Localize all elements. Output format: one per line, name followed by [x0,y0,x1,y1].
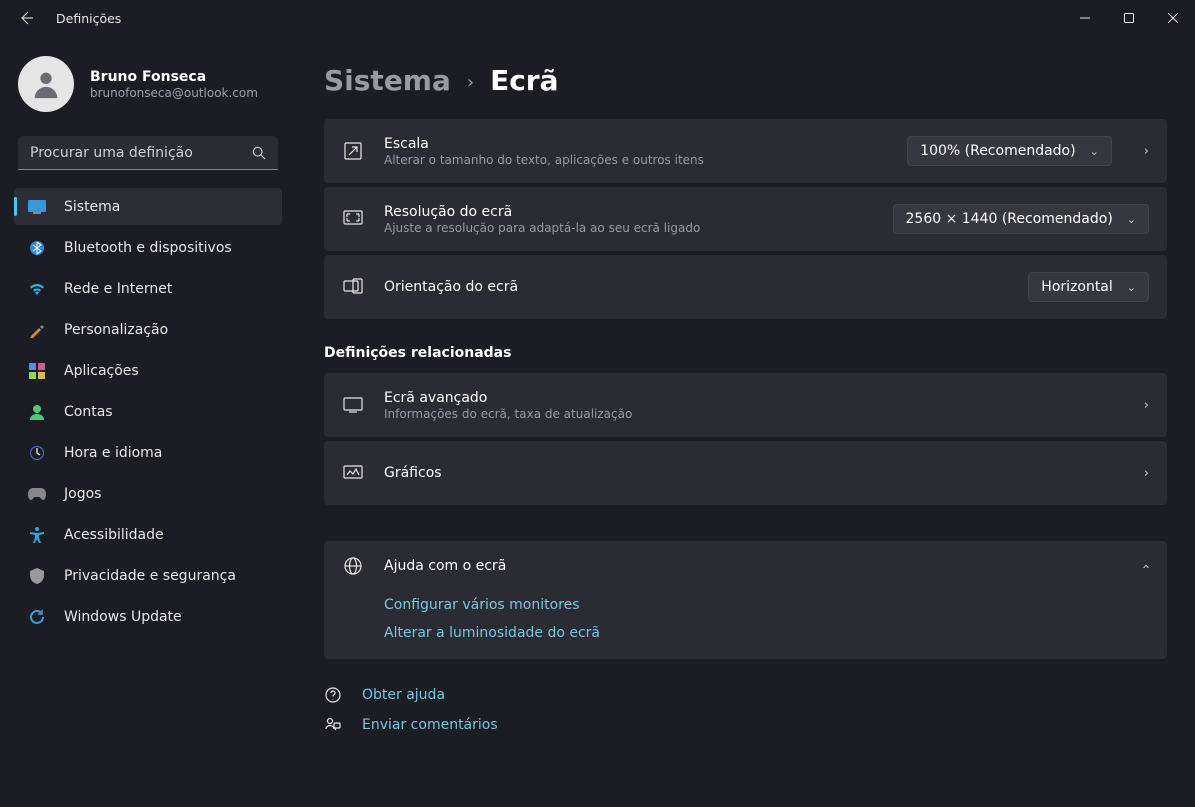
search-box[interactable] [18,136,278,170]
nav-label: Aplicações [64,363,139,379]
main-content: Sistema › Ecrã Escala Alterar o tamanho … [300,36,1195,807]
dropdown-value: 100% (Recomendado) [920,143,1075,159]
chevron-down-icon: ⌄ [1090,145,1099,158]
close-button[interactable] [1151,2,1195,34]
nav-label: Sistema [64,199,120,215]
minimize-button[interactable] [1063,2,1107,34]
nav-label: Hora e idioma [64,445,162,461]
nav-item-privacidade[interactable]: Privacidade e segurança [14,557,282,594]
footer-link-label: Enviar comentários [362,717,498,733]
nav-item-contas[interactable]: Contas [14,393,282,430]
breadcrumb: Sistema › Ecrã [324,64,1167,97]
breadcrumb-parent[interactable]: Sistema [324,64,451,97]
nav-label: Privacidade e segurança [64,568,236,584]
resolution-icon [342,210,364,228]
profile-name: Bruno Fonseca [90,69,258,85]
get-help-link[interactable]: Obter ajuda [324,687,1167,703]
scale-icon [342,141,364,161]
nav-label: Contas [64,404,113,420]
chevron-down-icon: ⌄ [1127,281,1136,294]
nav-item-jogos[interactable]: Jogos [14,475,282,512]
chevron-down-icon: ⌄ [1127,213,1136,226]
setting-title: Ecrã avançado [384,390,1112,406]
chevron-right-icon[interactable]: › [1144,144,1149,159]
chevron-right-icon: › [1144,466,1149,481]
orientation-icon [342,278,364,296]
monitor-icon [342,397,364,413]
setting-title: Orientação do ecrã [384,279,1008,295]
privacy-icon [28,567,46,585]
window-title: Definições [56,11,121,26]
help-title: Ajuda com o ecrã [384,558,1112,574]
chevron-right-icon: › [1144,398,1149,413]
nav-item-windows-update[interactable]: Windows Update [14,598,282,635]
setting-title: Escala [384,136,887,152]
nav-label: Personalização [64,322,168,338]
graphics-icon [342,465,364,481]
profile-section[interactable]: Bruno Fonseca brunofonseca@outlook.com [0,36,296,136]
related-header: Definições relacionadas [324,345,1167,361]
footer-link-label: Obter ajuda [362,687,445,703]
dropdown-value: 2560 × 1440 (Recomendado) [906,211,1113,227]
nav-item-personalizacao[interactable]: Personalização [14,311,282,348]
nav-item-acessibilidade[interactable]: Acessibilidade [14,516,282,553]
nav-item-hora[interactable]: Hora e idioma [14,434,282,471]
bluetooth-icon [28,239,46,257]
accessibility-icon [28,526,46,544]
titlebar: Definições [0,0,1195,36]
search-input[interactable] [30,145,252,161]
sidebar: Bruno Fonseca brunofonseca@outlook.com S… [0,36,300,807]
search-icon [252,146,266,160]
maximize-button[interactable] [1107,2,1151,34]
help-section: Ajuda com o ecrã › Configurar vários mon… [324,541,1167,659]
avatar [18,56,74,112]
page-title: Ecrã [490,64,558,97]
setting-desc: Informações do ecrã, taxa de atualização [384,407,1112,421]
network-icon [28,280,46,298]
nav-label: Jogos [64,486,101,502]
gaming-icon [28,485,46,503]
nav-item-sistema[interactable]: Sistema [14,188,282,225]
feedback-link[interactable]: Enviar comentários [324,717,1167,733]
setting-desc: Alterar o tamanho do texto, aplicações e… [384,153,887,167]
back-button[interactable] [18,10,34,26]
nav: Sistema Bluetooth e dispositivos Rede e … [0,188,296,635]
nav-label: Acessibilidade [64,527,164,543]
time-icon [28,444,46,462]
setting-orientation[interactable]: Orientação do ecrã Horizontal ⌄ [324,255,1167,319]
setting-resolution[interactable]: Resolução do ecrã Ajuste a resolução par… [324,187,1167,251]
setting-scale[interactable]: Escala Alterar o tamanho do texto, aplic… [324,119,1167,183]
setting-graphics[interactable]: Gráficos › [324,441,1167,505]
scale-dropdown[interactable]: 100% (Recomendado) ⌄ [907,136,1112,166]
help-icon [324,687,342,703]
update-icon [28,608,46,626]
profile-email: brunofonseca@outlook.com [90,86,258,100]
personalization-icon [28,321,46,339]
dropdown-value: Horizontal [1041,279,1112,295]
nav-item-rede[interactable]: Rede e Internet [14,270,282,307]
help-link-brightness[interactable]: Alterar a luminosidade do ecrã [384,625,1149,641]
system-icon [28,198,46,216]
nav-label: Bluetooth e dispositivos [64,240,232,256]
setting-title: Gráficos [384,465,1112,481]
nav-label: Windows Update [64,609,182,625]
globe-icon [342,557,364,575]
setting-title: Resolução do ecrã [384,204,873,220]
orientation-dropdown[interactable]: Horizontal ⌄ [1028,272,1149,302]
nav-item-bluetooth[interactable]: Bluetooth e dispositivos [14,229,282,266]
nav-item-aplicacoes[interactable]: Aplicações [14,352,282,389]
feedback-icon [324,717,342,733]
setting-desc: Ajuste a resolução para adaptá-la ao seu… [384,221,873,235]
help-header[interactable]: Ajuda com o ecrã › [324,541,1167,591]
chevron-up-icon: › [1139,563,1154,568]
nav-label: Rede e Internet [64,281,172,297]
resolution-dropdown[interactable]: 2560 × 1440 (Recomendado) ⌄ [893,204,1150,234]
apps-icon [28,362,46,380]
help-link-monitors[interactable]: Configurar vários monitores [384,597,1149,613]
chevron-right-icon: › [467,72,474,93]
accounts-icon [28,403,46,421]
setting-advanced-display[interactable]: Ecrã avançado Informações do ecrã, taxa … [324,373,1167,437]
